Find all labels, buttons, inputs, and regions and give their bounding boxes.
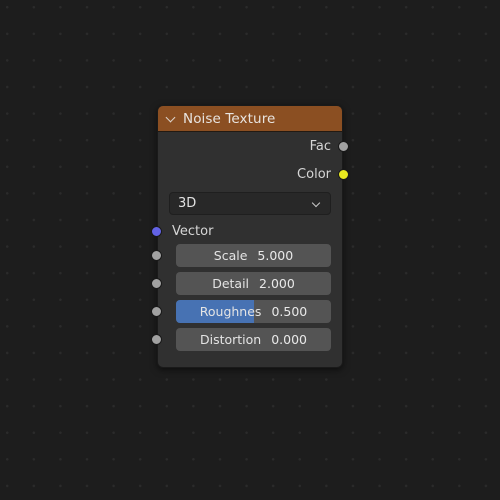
node-body: Fac Color 3D Vector Scale 5.000 Detail 2… xyxy=(151,132,349,367)
node-header[interactable]: Noise Texture xyxy=(158,106,342,132)
slider-value-detail: 2.000 xyxy=(259,276,295,291)
output-socket-color[interactable] xyxy=(338,168,349,180)
slider-value-roughness: 0.500 xyxy=(271,304,308,319)
slider-distortion[interactable]: Distortion 0.000 xyxy=(176,328,331,351)
input-socket-scale[interactable] xyxy=(151,250,162,261)
output-label-color: Color xyxy=(297,166,331,182)
dimension-dropdown-value: 3D xyxy=(178,196,197,211)
input-socket-distortion[interactable] xyxy=(151,334,162,345)
output-label-fac: Fac xyxy=(309,138,331,154)
slider-scale[interactable]: Scale 5.000 xyxy=(176,244,331,267)
slider-roughness[interactable]: Roughnes 0.500 xyxy=(176,300,331,323)
dimension-dropdown[interactable]: 3D xyxy=(169,192,331,215)
node-title: Noise Texture xyxy=(183,110,276,127)
input-socket-vector[interactable] xyxy=(151,225,162,237)
property-row-distortion: Distortion 0.000 xyxy=(151,328,331,351)
slider-label-detail: Detail xyxy=(212,276,250,291)
input-socket-roughness[interactable] xyxy=(151,306,162,317)
chevron-down-icon[interactable] xyxy=(166,113,177,124)
input-label-vector: Vector xyxy=(172,223,214,239)
output-socket-fac[interactable] xyxy=(338,140,349,152)
property-row-detail: Detail 2.000 xyxy=(151,272,331,295)
slider-detail[interactable]: Detail 2.000 xyxy=(176,272,331,295)
property-row-roughness: Roughnes 0.500 xyxy=(151,300,331,323)
input-row-vector: Vector xyxy=(151,218,342,244)
chevron-down-icon xyxy=(313,200,321,208)
slider-label-scale: Scale xyxy=(213,248,248,263)
input-socket-detail[interactable] xyxy=(151,278,162,289)
output-row-color: Color xyxy=(158,160,349,188)
node-editor-canvas[interactable]: Noise Texture Fac Color 3D Vector Scale … xyxy=(0,0,500,500)
dimension-dropdown-wrapper: 3D xyxy=(158,188,342,218)
slider-label-roughness: Roughnes xyxy=(199,304,262,319)
noise-texture-node[interactable]: Noise Texture Fac Color 3D Vector Scale … xyxy=(151,105,349,368)
output-row-fac: Fac xyxy=(158,132,349,160)
slider-value-scale: 5.000 xyxy=(257,248,294,263)
slider-label-distortion: Distortion xyxy=(199,332,262,347)
slider-value-distortion: 0.000 xyxy=(271,332,308,347)
property-row-scale: Scale 5.000 xyxy=(151,244,331,267)
